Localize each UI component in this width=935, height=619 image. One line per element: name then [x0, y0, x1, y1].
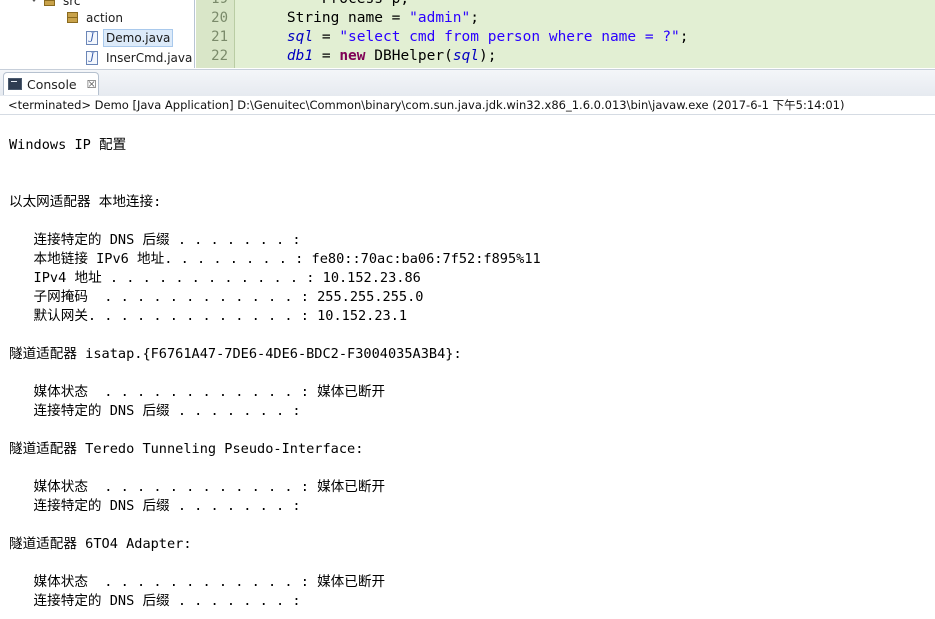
console-output-line: 连接特定的 DNS 后缀 . . . . . . . :	[9, 593, 301, 609]
line-number: 22	[211, 48, 228, 64]
console-tab-label: Console	[27, 76, 77, 92]
line-number-gutter: 19 20 21 22	[196, 0, 235, 68]
console-output-line: Windows IP 配置	[9, 137, 127, 153]
tree-item-label: action	[86, 10, 123, 25]
console-output-line: 连接特定的 DNS 后缀 . . . . . . . :	[9, 403, 301, 419]
console-output-line: IPv4 地址 . . . . . . . . . . . . : 10.152…	[9, 270, 421, 286]
console-output-line: 隧道适配器 Teredo Tunneling Pseudo-Interface:	[9, 441, 364, 457]
console-output[interactable]: Windows IP 配置以太网适配器 本地连接: 连接特定的 DNS 后缀 .…	[0, 116, 935, 619]
line-number: 20	[211, 10, 228, 26]
console-output-line: 子网掩码 . . . . . . . . . . . . : 255.255.2…	[9, 289, 424, 305]
tree-item-insercmd-java[interactable]: J InserCmd.java	[86, 48, 194, 67]
chevron-down-icon[interactable]	[30, 0, 38, 5]
console-output-line: 连接特定的 DNS 后缀 . . . . . . . :	[9, 232, 301, 248]
console-output-line: 媒体状态 . . . . . . . . . . . . : 媒体已断开	[9, 574, 386, 590]
tree-item-label: Demo.java	[103, 28, 174, 47]
tab-console[interactable]: Console ☒	[3, 72, 99, 95]
code-line[interactable]: String name = "admin";	[252, 10, 479, 26]
console-output-line: 以太网适配器 本地连接:	[9, 194, 162, 210]
console-output-line: 连接特定的 DNS 后缀 . . . . . . . :	[9, 498, 301, 514]
line-number: 21	[211, 29, 228, 45]
code-line[interactable]: db1 = new DBHelper(sql);	[252, 48, 497, 64]
tree-item-label: InserCmd.java	[106, 50, 193, 65]
console-icon	[8, 78, 22, 90]
console-output-line: 隧道适配器 isatap.{F6761A47-7DE6-4DE6-BDC2-F3…	[9, 346, 462, 362]
console-output-line: 媒体状态 . . . . . . . . . . . . : 媒体已断开	[9, 384, 386, 400]
java-file-icon: J	[86, 30, 98, 45]
top-area: src action J Demo.java J InserCmd.java 1…	[0, 0, 935, 68]
console-output-line: 媒体状态 . . . . . . . . . . . . : 媒体已断开	[9, 479, 386, 495]
code-line[interactable]: Process p;	[252, 0, 409, 7]
package-icon	[66, 11, 79, 24]
tree-item-demo-java[interactable]: J Demo.java	[86, 28, 174, 47]
close-icon[interactable]: ☒	[87, 78, 97, 91]
console-output-line: 隧道适配器 6TO4 Adapter:	[9, 536, 192, 552]
console-status-line: <terminated> Demo [Java Application] D:\…	[0, 96, 935, 115]
console-tab-bar: Console ☒	[0, 69, 935, 97]
code-line[interactable]: sql = "select cmd from person where name…	[252, 29, 689, 45]
java-file-icon: J	[86, 50, 98, 65]
package-explorer-tree: src action J Demo.java J InserCmd.java	[0, 0, 195, 68]
code-editor[interactable]: 19 20 21 22 Process p; String name = "ad…	[196, 0, 935, 68]
line-number: 19	[196, 0, 228, 7]
folder-icon	[43, 0, 56, 7]
console-output-line: 本地链接 IPv6 地址. . . . . . . . : fe80::70ac…	[9, 251, 541, 267]
console-output-line: 默认网关. . . . . . . . . . . . . : 10.152.2…	[9, 308, 408, 324]
tree-item-action[interactable]: action	[66, 8, 126, 27]
